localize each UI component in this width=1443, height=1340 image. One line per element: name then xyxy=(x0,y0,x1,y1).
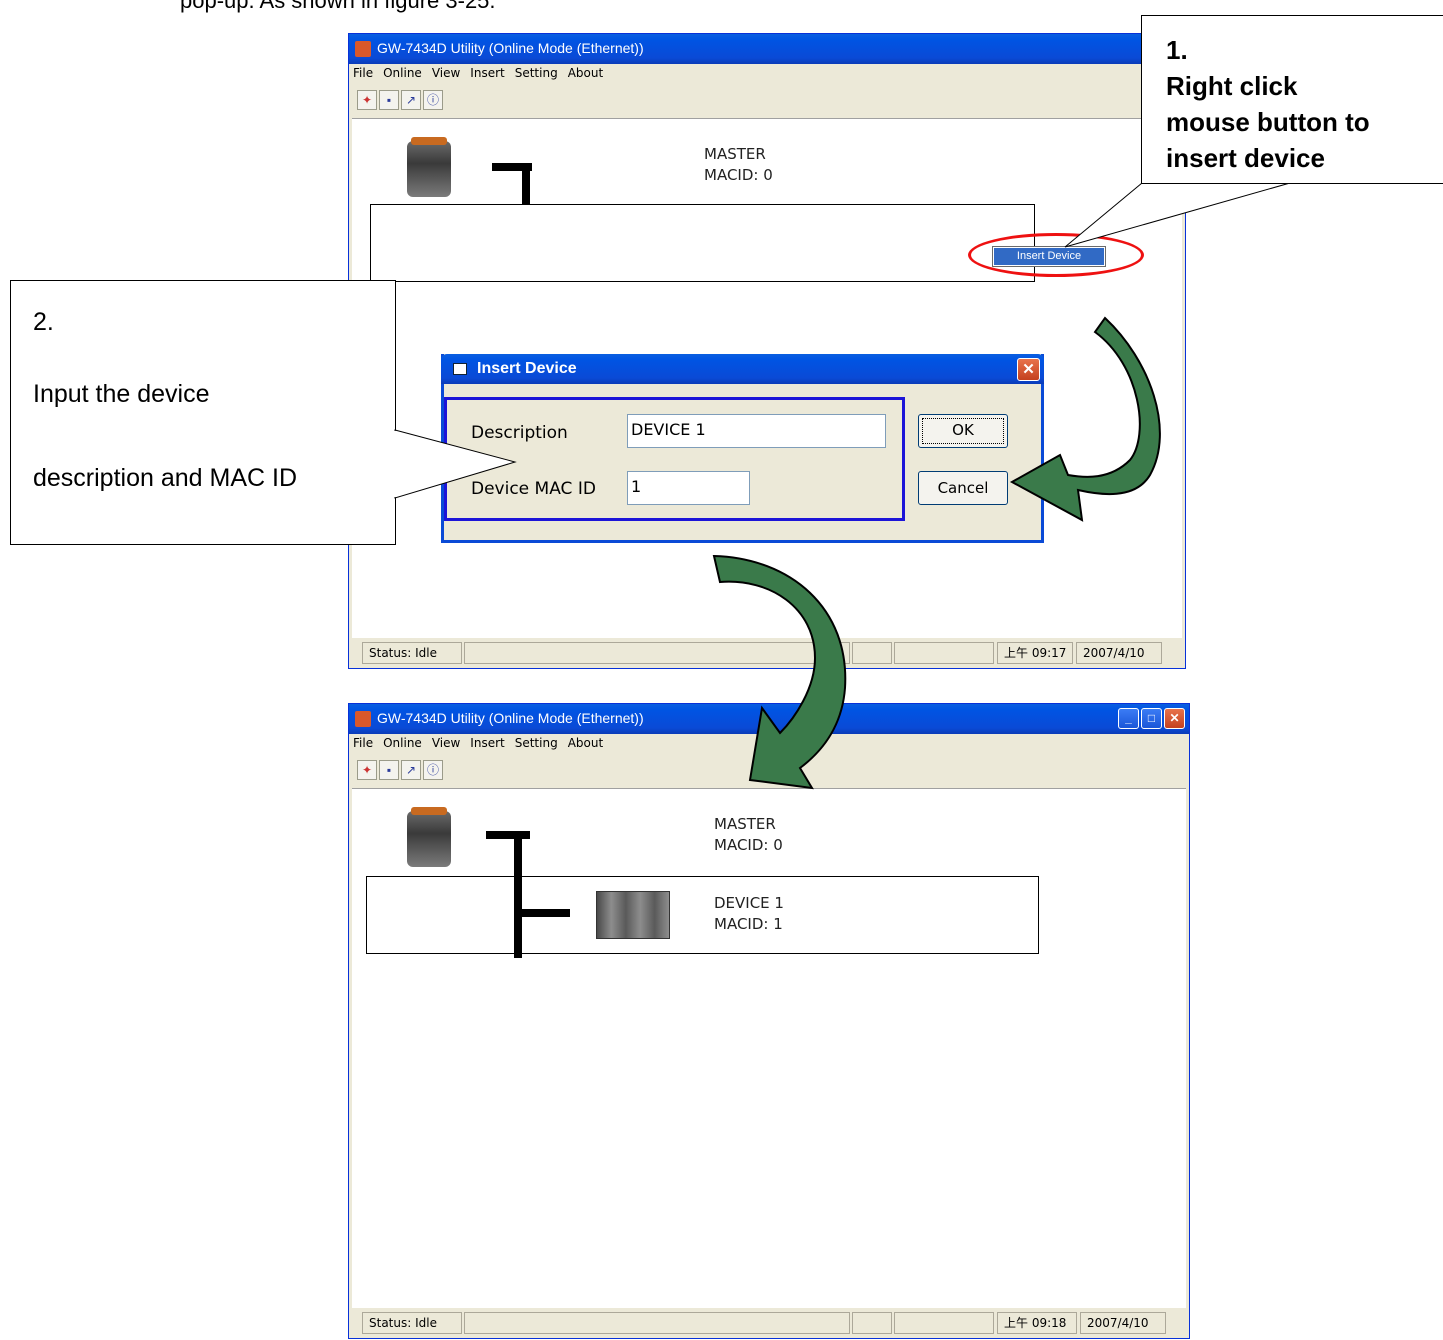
status-date: 2007/4/10 xyxy=(1076,642,1162,664)
status-date: 2007/4/10 xyxy=(1080,1312,1166,1334)
window-title: GW-7434D Utility (Online Mode (Ethernet)… xyxy=(377,40,644,56)
tree-line xyxy=(522,163,530,205)
master-label: MASTER MACID: 0 xyxy=(714,815,783,854)
title-bar[interactable]: GW-7434D Utility (Online Mode (Ethernet)… xyxy=(349,34,1185,64)
device-label[interactable]: DEVICE 1 MACID: 1 xyxy=(714,893,784,935)
window-bottom: GW-7434D Utility (Online Mode (Ethernet)… xyxy=(348,703,1190,1339)
dialog-title: Insert Device xyxy=(477,360,577,377)
window-title: GW-7434D Utility (Online Mode (Ethernet)… xyxy=(377,710,644,726)
status-pane xyxy=(894,642,994,664)
tree-line xyxy=(486,831,530,839)
menu-bar: File Online View Insert Setting About xyxy=(349,66,1185,84)
master-device-image xyxy=(407,137,451,197)
device-tree-area[interactable]: MASTER MACID: 0 DEVICE 1 MACID: 1 xyxy=(352,788,1186,1308)
open-icon[interactable]: ↗ xyxy=(401,90,421,110)
master-label: MASTER MACID: 0 xyxy=(704,145,773,184)
status-text: Status: Idle xyxy=(362,642,462,664)
menu-insert[interactable]: Insert xyxy=(470,66,504,80)
status-text: Status: Idle xyxy=(362,1312,462,1334)
menu-view[interactable]: View xyxy=(432,66,460,80)
app-icon xyxy=(355,711,371,727)
menu-view[interactable]: View xyxy=(432,736,460,750)
intro-text: pop-up. As shown in figure 3-25. xyxy=(180,0,496,13)
menu-about[interactable]: About xyxy=(568,736,603,750)
status-time: 上午 09:17 xyxy=(997,642,1073,664)
tree-line xyxy=(514,909,570,917)
curved-arrow-to-dialog xyxy=(1009,316,1161,522)
menu-insert[interactable]: Insert xyxy=(470,736,504,750)
toolbar: ✦ ▪ ↗ ⓘ xyxy=(357,760,443,780)
ok-button[interactable]: OK xyxy=(918,414,1008,448)
status-time: 上午 09:18 xyxy=(997,1312,1077,1334)
cancel-button[interactable]: Cancel xyxy=(918,471,1008,505)
status-pane xyxy=(894,1312,994,1334)
app-icon xyxy=(355,41,371,57)
menu-file[interactable]: File xyxy=(353,736,373,750)
curved-arrow-to-result xyxy=(712,554,847,790)
status-bar: Status: Idle 上午 09:18 2007/4/10 xyxy=(352,1310,1186,1336)
slave-frame xyxy=(366,876,1039,954)
minimize-button[interactable]: _ xyxy=(1118,708,1139,729)
callout-1: 1. Right click mouse button to insert de… xyxy=(1141,15,1443,184)
macid-input[interactable]: 1 xyxy=(627,471,750,505)
maximize-button[interactable]: □ xyxy=(1141,708,1162,729)
save-icon[interactable]: ▪ xyxy=(379,760,399,780)
menu-online[interactable]: Online xyxy=(383,736,422,750)
open-icon[interactable]: ↗ xyxy=(401,760,421,780)
tree-line xyxy=(514,831,522,958)
menu-online[interactable]: Online xyxy=(383,66,422,80)
callout-2-text: 2. Input the device description and MAC … xyxy=(33,308,298,492)
info-icon[interactable]: ⓘ xyxy=(423,90,443,110)
callout-2-pointer xyxy=(390,429,517,499)
status-pane xyxy=(852,1312,892,1334)
status-pane xyxy=(464,1312,850,1334)
description-input[interactable]: DEVICE 1 xyxy=(627,414,886,448)
dialog-icon xyxy=(453,363,467,375)
close-button[interactable]: ✕ xyxy=(1164,708,1185,729)
callout-1-pointer xyxy=(1064,175,1291,248)
connect-icon[interactable]: ✦ xyxy=(357,760,377,780)
insert-device-dialog: Insert Device ✕ Description DEVICE 1 Dev… xyxy=(441,354,1044,543)
dialog-title-bar[interactable]: Insert Device ✕ xyxy=(441,354,1044,384)
menu-setting[interactable]: Setting xyxy=(515,736,558,750)
menu-about[interactable]: About xyxy=(568,66,603,80)
info-icon[interactable]: ⓘ xyxy=(423,760,443,780)
toolbar: ✦ ▪ ↗ ⓘ xyxy=(357,90,443,110)
slave-device-image xyxy=(596,891,670,939)
connect-icon[interactable]: ✦ xyxy=(357,90,377,110)
save-icon[interactable]: ▪ xyxy=(379,90,399,110)
menu-setting[interactable]: Setting xyxy=(515,66,558,80)
slave-frame xyxy=(370,204,1035,282)
master-device-image xyxy=(407,807,451,867)
menu-file[interactable]: File xyxy=(353,66,373,80)
